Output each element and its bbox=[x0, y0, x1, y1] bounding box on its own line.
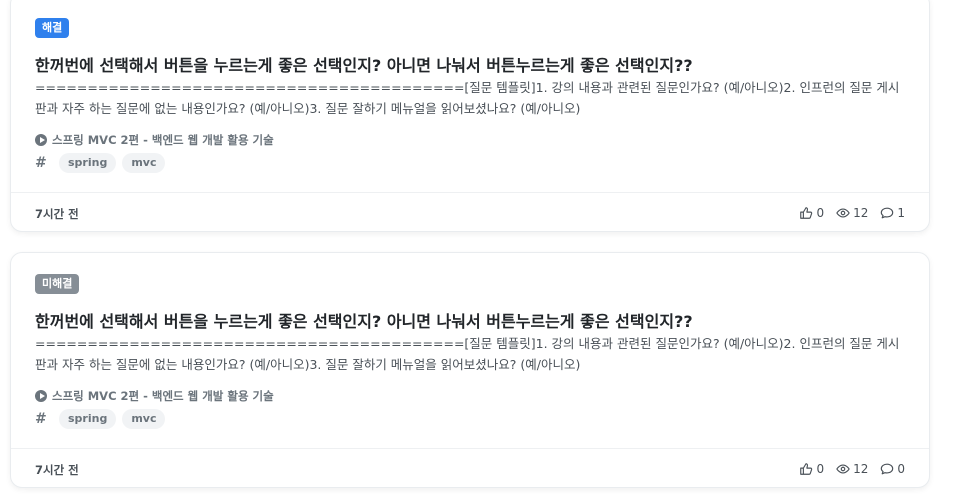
comment-count[interactable]: 1 bbox=[880, 206, 905, 220]
post-stats: 0 12 1 bbox=[799, 206, 905, 220]
post-stats: 0 12 0 bbox=[799, 462, 905, 476]
thumbs-up-icon bbox=[800, 463, 813, 475]
tag-list: # spring mvc bbox=[35, 409, 166, 429]
tag-mvc[interactable]: mvc bbox=[122, 153, 166, 173]
thumbs-up-icon bbox=[800, 207, 813, 219]
card-divider bbox=[11, 448, 929, 449]
course-link[interactable]: 스프링 MVC 2편 - 백엔드 웹 개발 활용 기술 bbox=[35, 132, 274, 148]
hash-icon: # bbox=[35, 155, 47, 171]
tag-list: # spring mvc bbox=[35, 153, 166, 173]
view-value: 12 bbox=[853, 462, 869, 476]
view-count: 12 bbox=[836, 462, 868, 476]
tag-mvc[interactable]: mvc bbox=[122, 409, 166, 429]
question-title[interactable]: 한꺼번에 선택해서 버튼을 누르는게 좋은 선택인지? 아니면 나눠서 버튼누르… bbox=[35, 52, 905, 76]
comment-icon bbox=[881, 463, 894, 475]
question-excerpt: ========================================… bbox=[35, 336, 900, 372]
play-icon bbox=[35, 390, 47, 402]
card-divider bbox=[11, 192, 929, 193]
view-count: 12 bbox=[836, 206, 868, 220]
post-time: 7시간 전 bbox=[35, 207, 79, 221]
question-card[interactable]: 미해결 한꺼번에 선택해서 버튼을 누르는게 좋은 선택인지? 아니면 나눠서 … bbox=[10, 252, 930, 488]
status-badge: 해결 bbox=[35, 18, 70, 38]
question-title[interactable]: 한꺼번에 선택해서 버튼을 누르는게 좋은 선택인지? 아니면 나눠서 버튼누르… bbox=[35, 308, 905, 332]
hash-icon: # bbox=[35, 411, 47, 427]
course-title: 스프링 MVC 2편 - 백엔드 웹 개발 활용 기술 bbox=[52, 133, 274, 147]
view-value: 12 bbox=[853, 206, 869, 220]
like-value: 0 bbox=[816, 206, 825, 220]
comment-value: 0 bbox=[897, 462, 905, 476]
tag-spring[interactable]: spring bbox=[59, 153, 117, 173]
eye-icon bbox=[836, 464, 850, 474]
status-badge: 미해결 bbox=[35, 274, 80, 294]
comment-icon bbox=[881, 207, 894, 219]
eye-icon bbox=[836, 208, 850, 218]
course-link[interactable]: 스프링 MVC 2편 - 백엔드 웹 개발 활용 기술 bbox=[35, 388, 274, 404]
tag-spring[interactable]: spring bbox=[59, 409, 117, 429]
comment-count[interactable]: 0 bbox=[880, 462, 905, 476]
question-excerpt: ========================================… bbox=[35, 80, 900, 116]
like-value: 0 bbox=[816, 462, 825, 476]
like-count[interactable]: 0 bbox=[799, 206, 824, 220]
play-icon bbox=[35, 134, 47, 146]
comment-value: 1 bbox=[897, 206, 905, 220]
post-time: 7시간 전 bbox=[35, 463, 79, 477]
like-count[interactable]: 0 bbox=[799, 462, 824, 476]
course-title: 스프링 MVC 2편 - 백엔드 웹 개발 활용 기술 bbox=[52, 389, 274, 403]
question-card[interactable]: 해결 한꺼번에 선택해서 버튼을 누르는게 좋은 선택인지? 아니면 나눠서 버… bbox=[10, 0, 930, 232]
